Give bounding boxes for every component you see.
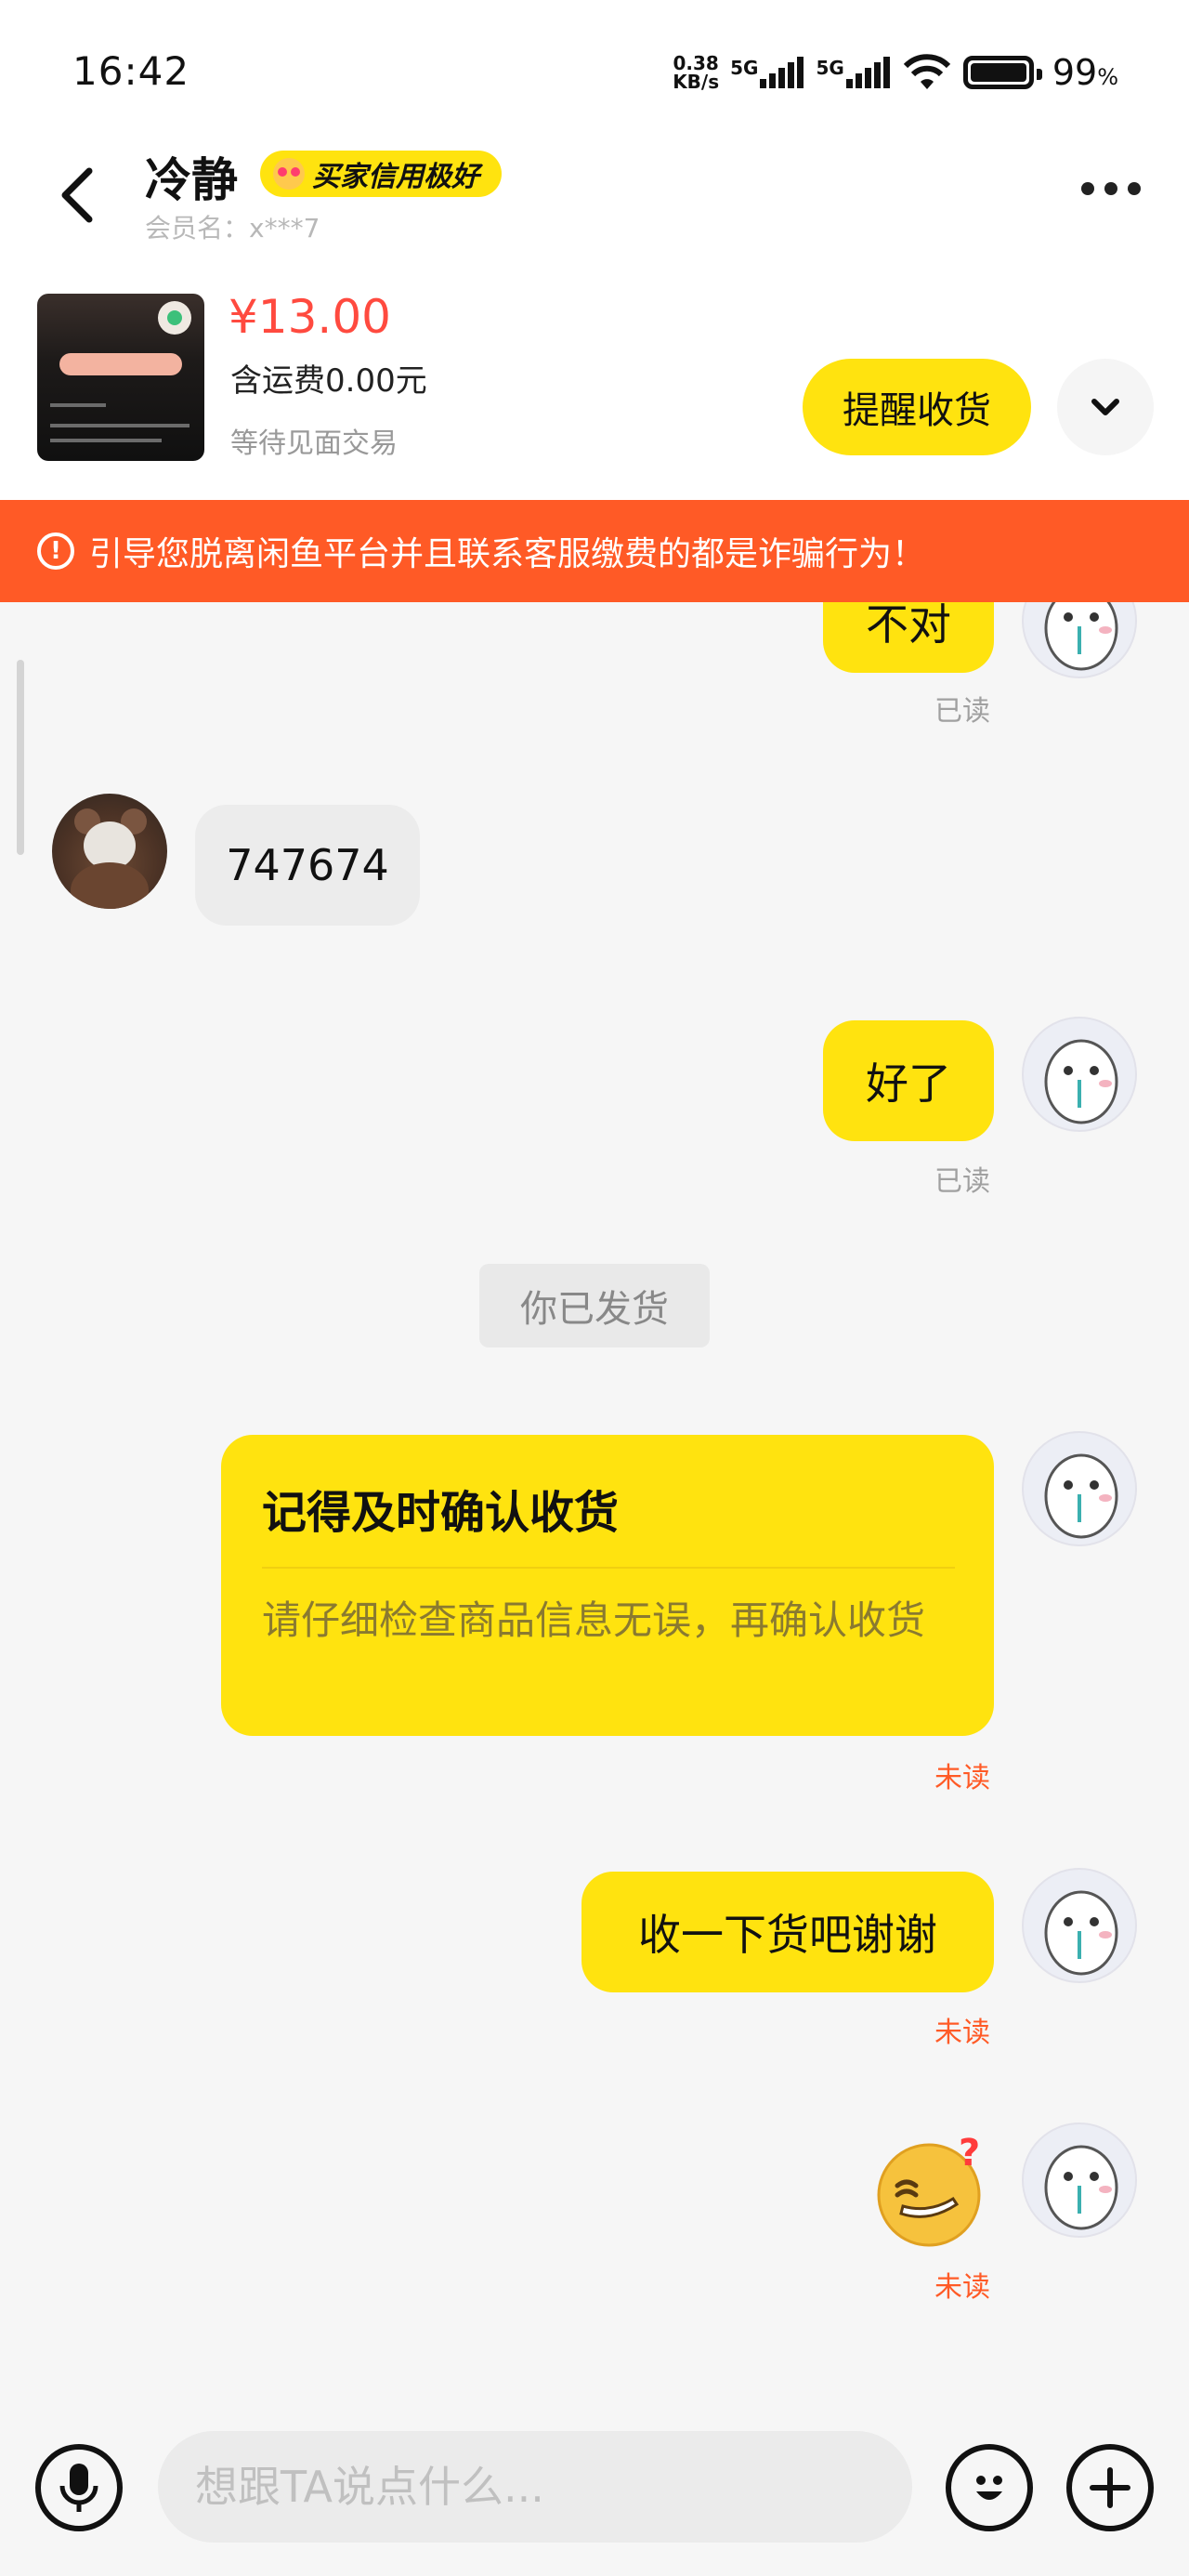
warning-circle-icon: ! (37, 532, 74, 570)
message-bubble-mine[interactable]: 不对 (823, 602, 994, 673)
svg-text:?: ? (959, 2134, 980, 2175)
warning-text: 引导您脱离闲鱼平台并且联系客服缴费的都是诈骗行为！ (89, 535, 926, 573)
plus-icon (1090, 2467, 1130, 2508)
remind-receipt-button[interactable]: 提醒收货 (803, 359, 1031, 455)
card-divider (262, 1567, 955, 1569)
message-bubble-mine[interactable]: 收一下货吧谢谢 (581, 1872, 994, 1992)
card-body: 请仔细检查商品信息无误，再确认收货 (262, 1597, 926, 1643)
emoji-icon (976, 2476, 1002, 2500)
network-speed: 0.38 KB/s (673, 52, 720, 93)
battery-icon (962, 56, 1042, 89)
confused-grin-emoji[interactable]: ? (873, 2132, 988, 2249)
system-tip: 你已发货 (479, 1264, 710, 1347)
back-arrow-icon (61, 167, 93, 223)
my-avatar[interactable] (1022, 1868, 1137, 1983)
signal-icon: 5G (730, 57, 804, 88)
microphone-icon (59, 2464, 98, 2512)
credit-badge[interactable]: 买家信用极好 (260, 151, 502, 197)
battery-percent: 99% (1052, 52, 1118, 93)
scrollbar[interactable] (17, 660, 24, 855)
trade-status: 等待见面交易 (230, 427, 398, 460)
unread-status: 未读 (934, 1762, 990, 1794)
my-avatar[interactable] (1022, 2123, 1137, 2238)
more-dots-icon (1081, 182, 1094, 195)
product-thumbnail[interactable] (37, 294, 204, 461)
my-avatar[interactable] (1022, 602, 1137, 678)
confirm-receipt-card[interactable]: 记得及时确认收货 请仔细检查商品信息无误，再确认收货 (221, 1435, 994, 1736)
my-avatar[interactable] (1022, 1017, 1137, 1132)
member-name: 会员名：x***7 (145, 213, 320, 243)
read-status: 已读 (934, 1165, 990, 1198)
message-input[interactable] (158, 2431, 912, 2543)
contact-avatar[interactable] (52, 794, 167, 909)
status-bar: 16:42 0.38 KB/s 5G 5G 99% (0, 0, 1189, 130)
chat-header: 冷静 买家信用极好 会员名：x***7 ¥13.00 含运费0.00元 等待见面… (0, 130, 1189, 502)
status-time: 16:42 (72, 48, 190, 94)
expand-button[interactable] (1057, 359, 1154, 455)
back-button[interactable] (48, 158, 104, 232)
card-title: 记得及时确认收货 (262, 1487, 620, 1539)
contact-nickname[interactable]: 冷静 (145, 143, 238, 210)
unread-status: 未读 (934, 2271, 990, 2304)
message-bubble-mine[interactable]: 好了 (823, 1020, 994, 1141)
message-bubble-theirs[interactable]: 747674 (195, 805, 420, 926)
chat-messages[interactable]: 不对 已读 747674 好了 已读 你已发货 记得及时确认收货 请仔细检查商品… (0, 602, 1189, 2416)
wifi-icon (903, 54, 950, 89)
status-indicators: 0.38 KB/s 5G 5G 99% (673, 46, 1118, 99)
chevron-down-icon (1091, 399, 1119, 415)
emoji-button[interactable] (946, 2444, 1033, 2531)
fraud-warning-banner: ! 引导您脱离闲鱼平台并且联系客服缴费的都是诈骗行为！ (0, 500, 1189, 602)
shipping-fee: 含运费0.00元 (230, 362, 427, 400)
input-bar (0, 2416, 1189, 2576)
product-price: ¥13.00 (229, 290, 391, 344)
more-button[interactable] (1081, 182, 1141, 195)
plus-button[interactable] (1066, 2444, 1154, 2531)
read-status: 已读 (934, 695, 990, 728)
voice-button[interactable] (35, 2444, 123, 2531)
credit-face-icon (273, 158, 305, 190)
unread-status: 未读 (934, 2017, 990, 2049)
my-avatar[interactable] (1022, 1431, 1137, 1546)
signal-icon: 5G (816, 57, 890, 88)
